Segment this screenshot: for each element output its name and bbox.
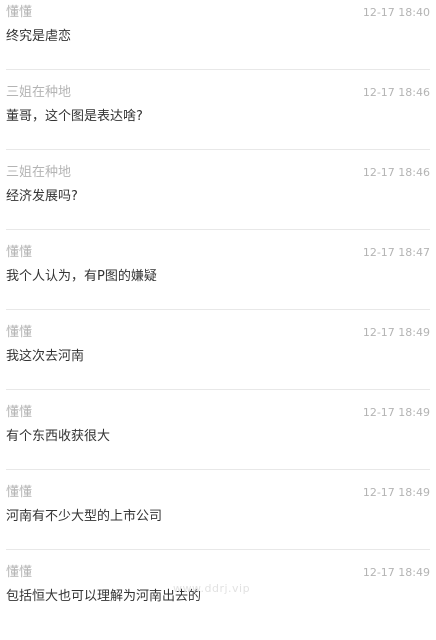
watermark: www.ddrj.vip	[173, 582, 251, 595]
comment-time: 12-17 18:49	[362, 326, 430, 339]
comment-time: 12-17 18:49	[362, 486, 430, 499]
comment-content: 有个东西收获很大	[6, 429, 111, 444]
comment-content: 经济发展吗?	[6, 189, 78, 204]
comment-author[interactable]: 懂懂	[6, 565, 32, 581]
comment-item: 懂懂 12-17 18:49 河南有不少大型的上市公司	[0, 480, 436, 560]
comment-author[interactable]: 三姐在种地	[6, 85, 71, 101]
comment-author[interactable]: 懂懂	[6, 5, 32, 21]
comment-divider	[6, 389, 430, 390]
comment-divider	[6, 69, 430, 70]
comment-author[interactable]: 懂懂	[6, 325, 32, 341]
comment-divider	[6, 549, 430, 550]
comment-item: 懂懂 12-17 18:49 包括恒大也可以理解为河南出去的	[0, 560, 436, 640]
comment-content: 我这次去河南	[6, 349, 85, 364]
comment-time: 12-17 18:49	[362, 406, 430, 419]
comment-divider	[6, 469, 430, 470]
comment-item: 懂懂 12-17 18:49 有个东西收获很大	[0, 400, 436, 480]
comment-divider	[6, 229, 430, 230]
comment-time: 12-17 18:40	[362, 6, 430, 19]
comment-content: 董哥，这个图是表达啥?	[6, 109, 143, 124]
comment-time: 12-17 18:47	[362, 246, 430, 259]
comment-list: 懂懂 12-17 18:40 终究是虐恋三姐在种地 12-17 18:46 董哥，这个图…	[0, 0, 436, 640]
comment-divider	[6, 309, 430, 310]
comment-author[interactable]: 懂懂	[6, 485, 32, 501]
comment-divider	[6, 149, 430, 150]
comment-item: 懂懂 12-17 18:47 我个人认为，有P图的嫌疑	[0, 240, 436, 320]
comment-item: 懂懂 12-17 18:49 我这次去河南	[0, 320, 436, 400]
comment-item: 三姐在种地 12-17 18:46 董哥，这个图是表达啥?	[0, 80, 436, 160]
comment-content: 终究是虐恋	[6, 29, 72, 44]
comment-time: 12-17 18:46	[362, 166, 430, 179]
comment-item: 三姐在种地 12-17 18:46 经济发展吗?	[0, 160, 436, 240]
comment-author[interactable]: 懂懂	[6, 245, 32, 261]
comment-author[interactable]: 三姐在种地	[6, 165, 71, 181]
comment-content: 我个人认为，有P图的嫌疑	[6, 269, 157, 284]
comment-content: 河南有不少大型的上市公司	[6, 509, 163, 524]
comment-time: 12-17 18:49	[362, 566, 430, 579]
comment-time: 12-17 18:46	[362, 86, 430, 99]
comment-item: 懂懂 12-17 18:40 终究是虐恋	[0, 0, 436, 80]
comment-content: 包括恒大也可以理解为河南出去的	[6, 589, 202, 604]
comment-author[interactable]: 懂懂	[6, 405, 32, 421]
